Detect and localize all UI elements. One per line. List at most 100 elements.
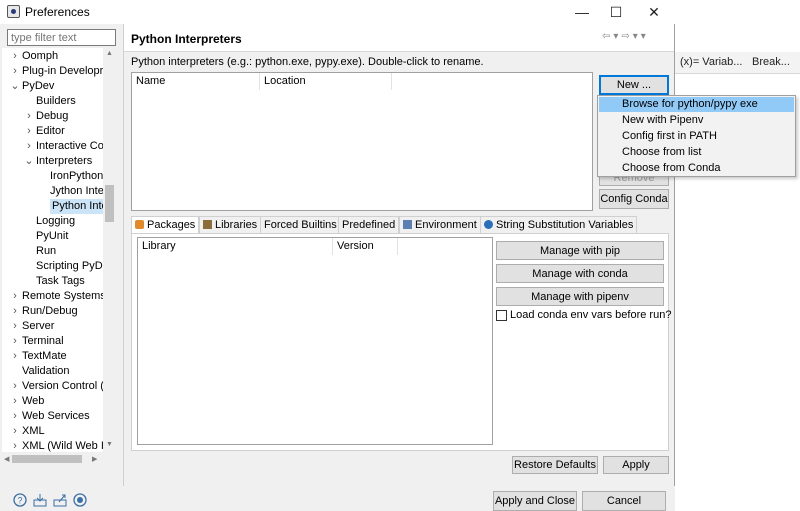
tree-item[interactable]: › Run/Debug: [13, 304, 78, 319]
tab-environment[interactable]: Environment: [399, 216, 481, 233]
tree-item[interactable]: Run: [36, 244, 56, 259]
splitter[interactable]: [123, 24, 124, 486]
collapsed-chevron-icon[interactable]: ›: [10, 64, 20, 79]
maximize-button[interactable]: ☐: [600, 2, 632, 22]
tab-predefined[interactable]: Predefined: [338, 216, 400, 233]
tree-item[interactable]: › Debug: [27, 109, 68, 124]
tab-libraries[interactable]: Libraries: [199, 216, 262, 233]
expanded-chevron-icon[interactable]: ⌄: [10, 79, 20, 94]
cancel-button[interactable]: Cancel: [582, 491, 666, 511]
tree-item-label: Interpreters: [36, 155, 93, 167]
collapsed-chevron-icon[interactable]: ›: [24, 109, 34, 124]
export-icon[interactable]: [53, 493, 67, 507]
tree-item[interactable]: Scripting PyDe: [36, 259, 109, 274]
tree-item[interactable]: IronPython: [50, 169, 103, 184]
collapsed-chevron-icon[interactable]: ›: [10, 289, 20, 304]
apply-and-close-button[interactable]: Apply and Close: [493, 491, 577, 511]
new-interpreter-button[interactable]: New ...: [599, 75, 669, 95]
menu-item-choose-list[interactable]: Choose from list: [599, 145, 794, 160]
tree-item[interactable]: Jython Inte: [50, 184, 104, 199]
filter-input[interactable]: [7, 29, 116, 46]
help-icon[interactable]: ?: [13, 493, 27, 507]
tree-vertical-scrollbar[interactable]: [103, 48, 116, 452]
collapsed-chevron-icon[interactable]: ›: [10, 334, 20, 349]
packages-table[interactable]: Library Version: [137, 237, 493, 445]
column-location[interactable]: Location: [260, 73, 392, 90]
tree-item[interactable]: › TextMate: [13, 349, 66, 364]
column-version[interactable]: Version: [333, 238, 398, 255]
tree-item[interactable]: Task Tags: [36, 274, 85, 289]
collapsed-chevron-icon[interactable]: ›: [10, 439, 20, 452]
menu-item-first-in-path[interactable]: Config first in PATH: [599, 129, 794, 144]
collapsed-chevron-icon[interactable]: ›: [10, 394, 20, 409]
tree-item[interactable]: › Version Control (: [13, 379, 104, 394]
scroll-right-icon[interactable]: ▶: [92, 455, 97, 463]
tree-item[interactable]: Builders: [36, 94, 76, 109]
tab-string-substitution[interactable]: String Substitution Variables: [480, 216, 638, 233]
collapsed-chevron-icon[interactable]: ›: [24, 139, 34, 154]
config-conda-button[interactable]: Config Conda: [599, 189, 669, 209]
collapsed-chevron-icon[interactable]: ›: [10, 319, 20, 334]
menu-item-browse[interactable]: Browse for python/pypy exe: [599, 97, 794, 112]
background-workbench: [675, 0, 800, 511]
tree-item[interactable]: › Web: [13, 394, 44, 409]
tree-item[interactable]: Logging: [36, 214, 75, 229]
background-tab-variables[interactable]: (x)= Variab...: [680, 56, 742, 68]
collapsed-chevron-icon[interactable]: ›: [10, 49, 20, 64]
manage-with-pipenv-button[interactable]: Manage with pipenv: [496, 287, 664, 306]
collapsed-chevron-icon[interactable]: ›: [10, 424, 20, 439]
tree-item[interactable]: ⌄ Interpreters: [24, 154, 93, 169]
column-library[interactable]: Library: [138, 238, 333, 255]
manage-with-pip-button[interactable]: Manage with pip: [496, 241, 664, 260]
tree-item[interactable]: › Server: [13, 319, 54, 334]
load-conda-env-label[interactable]: Load conda env vars before run?: [510, 309, 671, 321]
tree-item-label: Python Inte: [52, 200, 108, 212]
restore-defaults-button[interactable]: Restore Defaults: [512, 456, 598, 474]
collapsed-chevron-icon[interactable]: ›: [10, 409, 20, 424]
scroll-down-icon[interactable]: ▼: [106, 441, 113, 448]
tree-hscroll-thumb[interactable]: [12, 455, 82, 463]
record-icon[interactable]: [73, 493, 87, 507]
collapsed-chevron-icon[interactable]: ›: [10, 379, 20, 394]
tab-packages[interactable]: Packages: [131, 216, 200, 233]
tree-item[interactable]: › Web Services: [13, 409, 90, 424]
tree-item-label: Terminal: [22, 335, 64, 347]
tab-label: String Substitution Variables: [496, 219, 634, 231]
tree-item[interactable]: › Interactive Co: [27, 139, 104, 154]
menu-item-pipenv[interactable]: New with Pipenv: [599, 113, 794, 128]
tree-item-label: Version Control (: [22, 380, 104, 392]
tree-item[interactable]: Validation: [22, 364, 70, 379]
scroll-up-icon[interactable]: ▲: [106, 50, 113, 57]
expanded-chevron-icon[interactable]: ⌄: [24, 154, 34, 169]
history-nav[interactable]: ⇦▾⇨▾▾: [602, 31, 649, 42]
tree-item[interactable]: › XML: [13, 424, 45, 439]
tree-item[interactable]: › Editor: [27, 124, 65, 139]
tree-item[interactable]: › Remote Systems: [13, 289, 106, 304]
tree-item[interactable]: › XML (Wild Web I: [13, 439, 104, 452]
tree-item-label: Interactive Co: [36, 140, 104, 152]
apply-button[interactable]: Apply: [603, 456, 669, 474]
collapsed-chevron-icon[interactable]: ›: [10, 349, 20, 364]
tree-item[interactable]: › Oomph: [13, 49, 58, 64]
minimize-button[interactable]: —: [566, 2, 598, 22]
menu-item-choose-conda[interactable]: Choose from Conda: [599, 161, 794, 176]
tree-item[interactable]: ⌄ PyDev: [10, 79, 54, 94]
tree-item[interactable]: › Plug-in Developr: [13, 64, 103, 79]
scroll-left-icon[interactable]: ◀: [4, 455, 9, 463]
tree-item[interactable]: › Terminal: [13, 334, 64, 349]
manage-with-conda-button[interactable]: Manage with conda: [496, 264, 664, 283]
collapsed-chevron-icon[interactable]: ›: [10, 304, 20, 319]
tree-item-label: Web Services: [22, 410, 90, 422]
load-conda-env-checkbox[interactable]: [496, 310, 507, 321]
tab-forced-builtins[interactable]: Forced Builtins: [260, 216, 341, 233]
tree-item[interactable]: Python Inte: [50, 199, 110, 214]
interpreters-table[interactable]: Name Location: [131, 72, 593, 211]
close-button[interactable]: ✕: [638, 2, 670, 22]
collapsed-chevron-icon[interactable]: ›: [24, 124, 34, 139]
column-name[interactable]: Name: [132, 73, 260, 90]
tree-item[interactable]: PyUnit: [36, 229, 68, 244]
tree-scroll-thumb[interactable]: [105, 185, 114, 222]
tree-item-label: XML: [22, 425, 45, 437]
import-icon[interactable]: [33, 493, 47, 507]
background-tab-breakpoints[interactable]: Break...: [752, 56, 790, 68]
